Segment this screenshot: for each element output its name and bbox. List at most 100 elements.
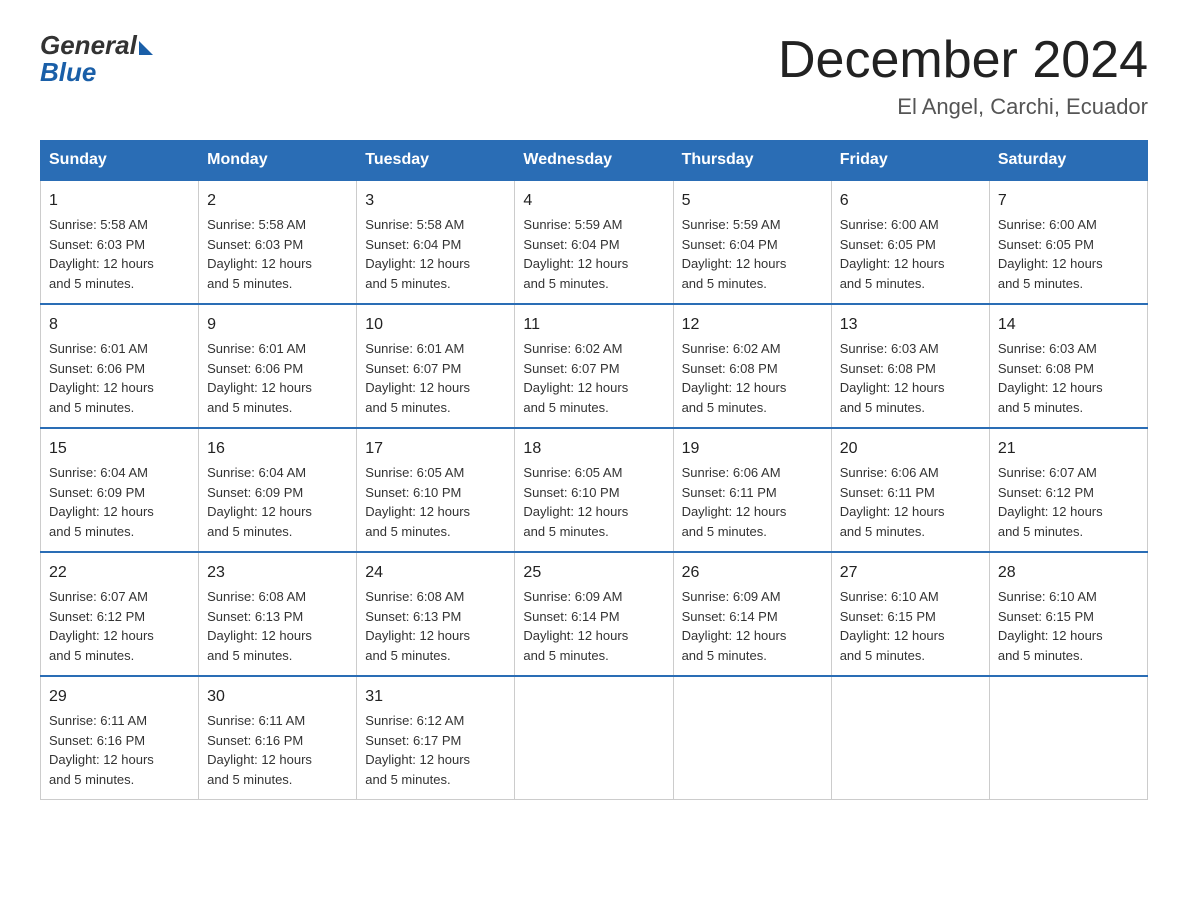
day-info: Sunrise: 6:11 AMSunset: 6:16 PMDaylight:… [49,713,154,787]
day-info: Sunrise: 5:58 AMSunset: 6:03 PMDaylight:… [207,217,312,291]
calendar-day-cell: 20 Sunrise: 6:06 AMSunset: 6:11 PMDayligh… [831,428,989,552]
day-info: Sunrise: 5:59 AMSunset: 6:04 PMDaylight:… [523,217,628,291]
calendar-day-cell: 3 Sunrise: 5:58 AMSunset: 6:04 PMDaylight… [357,180,515,304]
calendar-header-row: SundayMondayTuesdayWednesdayThursdayFrid… [41,141,1148,181]
calendar-day-cell: 31Sunrise: 6:12 AMSunset: 6:17 PMDayligh… [357,676,515,800]
day-info: Sunrise: 6:11 AMSunset: 6:16 PMDaylight:… [207,713,312,787]
calendar-week-row: 1 Sunrise: 5:58 AMSunset: 6:03 PMDaylight… [41,180,1148,304]
day-number: 5 [682,189,823,213]
day-info: Sunrise: 6:10 AMSunset: 6:15 PMDaylight:… [840,589,945,663]
day-info: Sunrise: 6:02 AMSunset: 6:08 PMDaylight:… [682,341,787,415]
day-info: Sunrise: 6:06 AMSunset: 6:11 PMDaylight:… [840,465,945,539]
day-number: 31 [365,685,506,709]
logo-triangle-icon [139,41,153,55]
day-info: Sunrise: 6:01 AMSunset: 6:07 PMDaylight:… [365,341,470,415]
calendar-day-cell: 15 Sunrise: 6:04 AMSunset: 6:09 PMDayligh… [41,428,199,552]
calendar-day-cell: 12 Sunrise: 6:02 AMSunset: 6:08 PMDayligh… [673,304,831,428]
logo-blue: Blue [40,57,96,88]
day-info: Sunrise: 6:02 AMSunset: 6:07 PMDaylight:… [523,341,628,415]
calendar-day-cell: 9Sunrise: 6:01 AMSunset: 6:06 PMDaylight… [199,304,357,428]
day-number: 4 [523,189,664,213]
calendar-day-header: Saturday [989,141,1147,181]
calendar-day-cell: 16Sunrise: 6:04 AMSunset: 6:09 PMDayligh… [199,428,357,552]
day-number: 2 [207,189,348,213]
day-info: Sunrise: 6:08 AMSunset: 6:13 PMDaylight:… [207,589,312,663]
day-info: Sunrise: 6:01 AMSunset: 6:06 PMDaylight:… [49,341,154,415]
day-number: 21 [998,437,1139,461]
calendar-table: SundayMondayTuesdayWednesdayThursdayFrid… [40,140,1148,800]
day-info: Sunrise: 6:07 AMSunset: 6:12 PMDaylight:… [49,589,154,663]
calendar-day-cell: 24 Sunrise: 6:08 AMSunset: 6:13 PMDayligh… [357,552,515,676]
calendar-day-cell: 13Sunrise: 6:03 AMSunset: 6:08 PMDayligh… [831,304,989,428]
day-info: Sunrise: 6:00 AMSunset: 6:05 PMDaylight:… [840,217,945,291]
calendar-day-cell: 2 Sunrise: 5:58 AMSunset: 6:03 PMDaylight… [199,180,357,304]
day-number: 22 [49,561,190,585]
calendar-day-cell: 28Sunrise: 6:10 AMSunset: 6:15 PMDayligh… [989,552,1147,676]
calendar-day-cell: 22 Sunrise: 6:07 AMSunset: 6:12 PMDayligh… [41,552,199,676]
day-number: 11 [523,313,664,337]
calendar-day-cell: 17Sunrise: 6:05 AMSunset: 6:10 PMDayligh… [357,428,515,552]
calendar-day-header: Tuesday [357,141,515,181]
calendar-day-header: Thursday [673,141,831,181]
day-info: Sunrise: 6:06 AMSunset: 6:11 PMDaylight:… [682,465,787,539]
calendar-week-row: 8 Sunrise: 6:01 AMSunset: 6:06 PMDaylight… [41,304,1148,428]
day-number: 27 [840,561,981,585]
day-number: 25 [523,561,664,585]
calendar-day-cell: 14 Sunrise: 6:03 AMSunset: 6:08 PMDayligh… [989,304,1147,428]
day-number: 15 [49,437,190,461]
day-info: Sunrise: 6:09 AMSunset: 6:14 PMDaylight:… [523,589,628,663]
page-header: General Blue December 2024 El Angel, Car… [40,30,1148,120]
calendar-day-cell: 29 Sunrise: 6:11 AMSunset: 6:16 PMDayligh… [41,676,199,800]
calendar-week-row: 15 Sunrise: 6:04 AMSunset: 6:09 PMDayligh… [41,428,1148,552]
calendar-day-header: Sunday [41,141,199,181]
calendar-day-cell [673,676,831,800]
calendar-day-cell: 21 Sunrise: 6:07 AMSunset: 6:12 PMDayligh… [989,428,1147,552]
day-info: Sunrise: 6:07 AMSunset: 6:12 PMDaylight:… [998,465,1103,539]
day-number: 12 [682,313,823,337]
day-info: Sunrise: 6:00 AMSunset: 6:05 PMDaylight:… [998,217,1103,291]
day-number: 6 [840,189,981,213]
day-number: 28 [998,561,1139,585]
day-number: 29 [49,685,190,709]
calendar-week-row: 29 Sunrise: 6:11 AMSunset: 6:16 PMDayligh… [41,676,1148,800]
calendar-day-header: Friday [831,141,989,181]
day-info: Sunrise: 5:58 AMSunset: 6:04 PMDaylight:… [365,217,470,291]
day-number: 19 [682,437,823,461]
day-number: 7 [998,189,1139,213]
day-info: Sunrise: 6:03 AMSunset: 6:08 PMDaylight:… [998,341,1103,415]
calendar-day-cell: 18Sunrise: 6:05 AMSunset: 6:10 PMDayligh… [515,428,673,552]
day-number: 1 [49,189,190,213]
calendar-day-cell: 4 Sunrise: 5:59 AMSunset: 6:04 PMDaylight… [515,180,673,304]
calendar-day-cell: 5 Sunrise: 5:59 AMSunset: 6:04 PMDaylight… [673,180,831,304]
calendar-day-cell [831,676,989,800]
calendar-day-cell: 30 Sunrise: 6:11 AMSunset: 6:16 PMDayligh… [199,676,357,800]
day-info: Sunrise: 6:08 AMSunset: 6:13 PMDaylight:… [365,589,470,663]
calendar-day-cell: 11 Sunrise: 6:02 AMSunset: 6:07 PMDayligh… [515,304,673,428]
day-number: 13 [840,313,981,337]
month-year-title: December 2024 [778,30,1148,90]
location-subtitle: El Angel, Carchi, Ecuador [778,94,1148,120]
calendar-day-header: Monday [199,141,357,181]
day-number: 10 [365,313,506,337]
day-number: 24 [365,561,506,585]
day-info: Sunrise: 5:59 AMSunset: 6:04 PMDaylight:… [682,217,787,291]
title-block: December 2024 El Angel, Carchi, Ecuador [778,30,1148,120]
day-info: Sunrise: 6:04 AMSunset: 6:09 PMDaylight:… [49,465,154,539]
calendar-day-cell: 6 Sunrise: 6:00 AMSunset: 6:05 PMDaylight… [831,180,989,304]
day-number: 8 [49,313,190,337]
day-number: 26 [682,561,823,585]
day-number: 30 [207,685,348,709]
calendar-day-cell: 19 Sunrise: 6:06 AMSunset: 6:11 PMDayligh… [673,428,831,552]
day-number: 16 [207,437,348,461]
logo: General Blue [40,30,153,88]
day-number: 20 [840,437,981,461]
day-info: Sunrise: 6:01 AMSunset: 6:06 PMDaylight:… [207,341,312,415]
calendar-day-cell: 25 Sunrise: 6:09 AMSunset: 6:14 PMDayligh… [515,552,673,676]
day-info: Sunrise: 6:05 AMSunset: 6:10 PMDaylight:… [365,465,470,539]
calendar-day-header: Wednesday [515,141,673,181]
day-number: 3 [365,189,506,213]
day-number: 14 [998,313,1139,337]
calendar-day-cell [989,676,1147,800]
day-number: 18 [523,437,664,461]
calendar-day-cell: 23Sunrise: 6:08 AMSunset: 6:13 PMDayligh… [199,552,357,676]
